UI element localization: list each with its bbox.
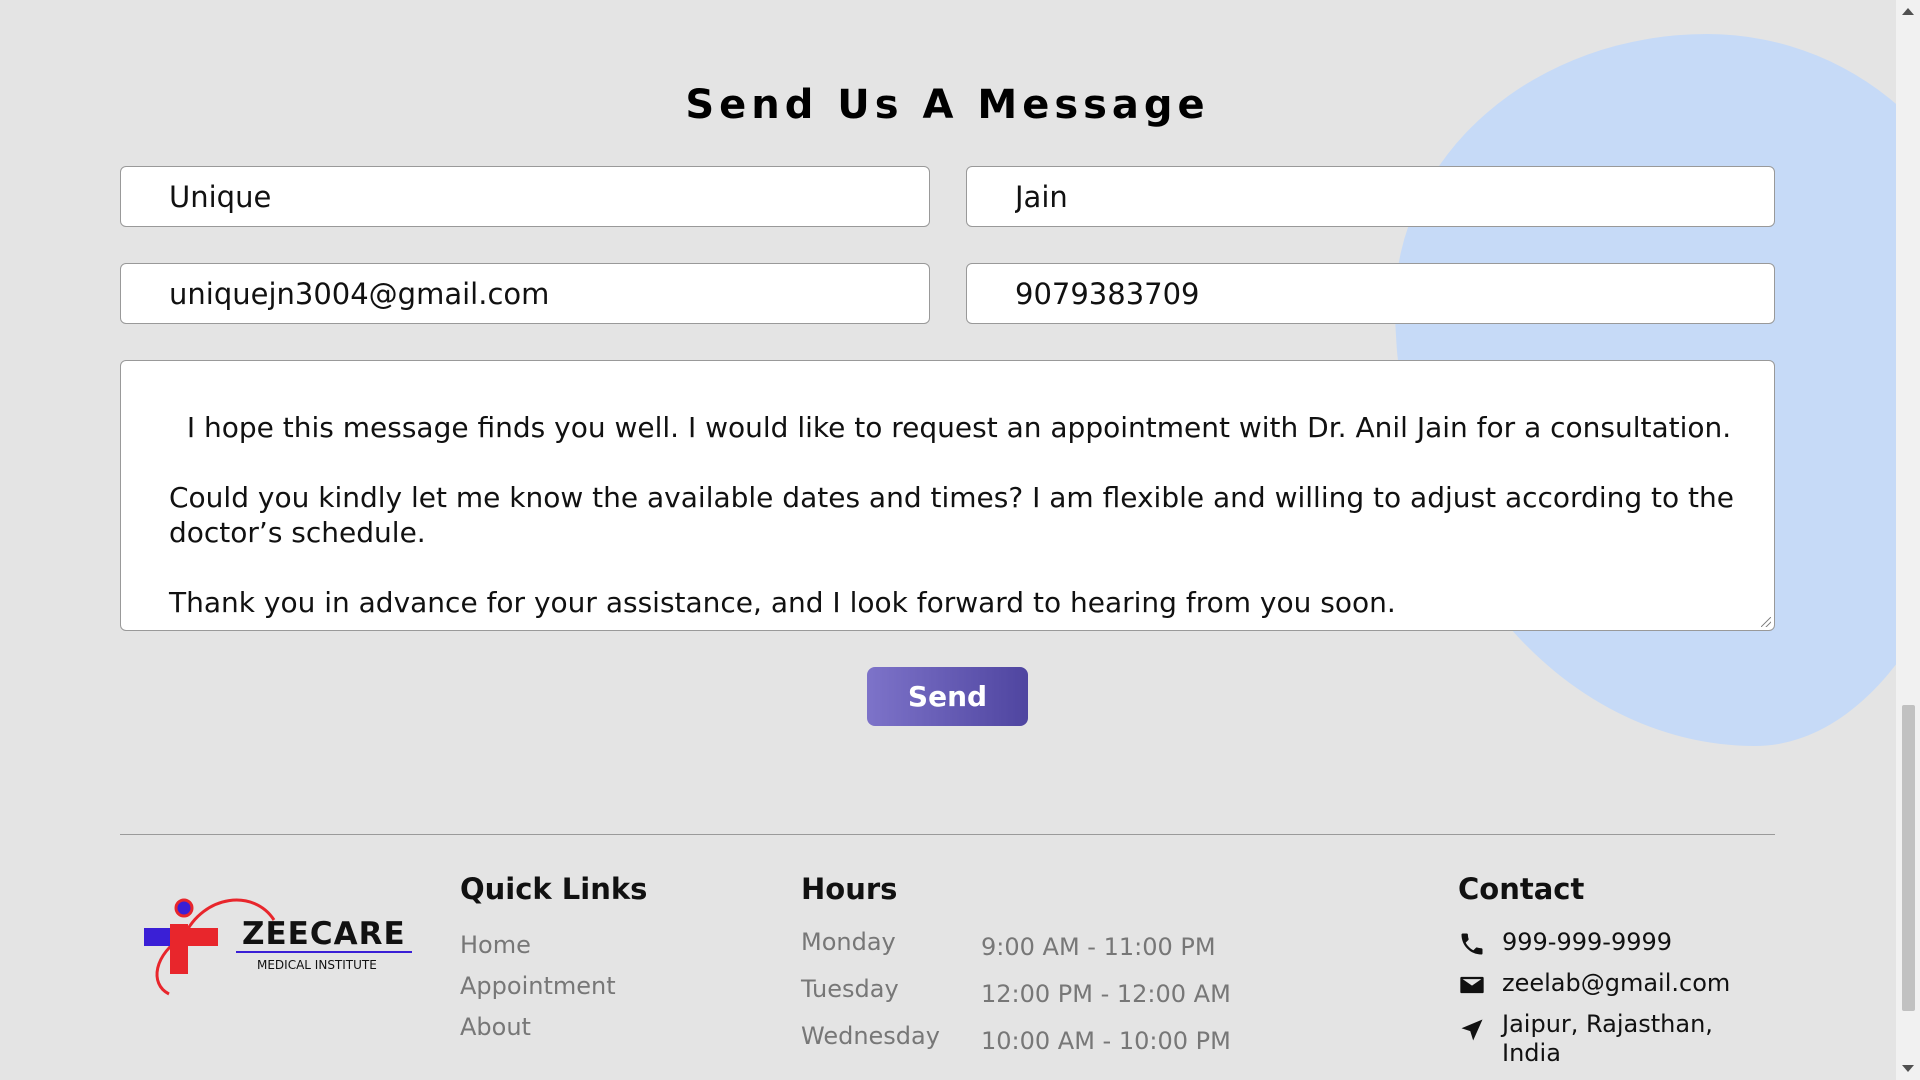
- mail-icon: [1460, 976, 1484, 994]
- hours-title: Hours: [801, 872, 898, 906]
- message-textarea[interactable]: I hope this message finds you well. I wo…: [120, 360, 1775, 631]
- hours-row: Wednesday 10:00 AM - 10:00 PM: [801, 1022, 1241, 1069]
- page-scrollbar[interactable]: [1896, 0, 1920, 1080]
- hours-day: Wednesday: [801, 1022, 940, 1050]
- message-text: I hope this message finds you well. I wo…: [169, 411, 1734, 619]
- contact-address-text: Jaipur, Rajasthan, India: [1502, 1010, 1713, 1067]
- last-name-input[interactable]: [966, 166, 1775, 227]
- scroll-up-icon[interactable]: [1902, 8, 1914, 15]
- quick-link-appointment[interactable]: Appointment: [460, 969, 616, 1010]
- send-button[interactable]: Send: [867, 667, 1028, 726]
- hours-day: Monday: [801, 928, 896, 956]
- contact-email-text: zeelab@gmail.com: [1502, 969, 1731, 997]
- contact-phone-text: 999-999-9999: [1502, 928, 1673, 956]
- phone-input[interactable]: [966, 263, 1775, 324]
- email-input[interactable]: [120, 263, 930, 324]
- quick-links-title: Quick Links: [460, 872, 648, 906]
- zeecare-logo[interactable]: ZEECARE MEDICAL INSTITUTE: [144, 884, 414, 999]
- hours-list: Monday 9:00 AM - 11:00 PM Tuesday 12:00 …: [801, 928, 1241, 1069]
- form-title: Send Us A Message: [685, 82, 1210, 128]
- first-name-input[interactable]: [120, 166, 930, 227]
- logo-name: ZEECARE: [242, 916, 406, 952]
- scroll-down-icon[interactable]: [1902, 1065, 1914, 1072]
- hours-time: 9:00 AM - 11:00 PM: [981, 933, 1216, 961]
- location-arrow-icon: [1461, 1019, 1483, 1041]
- hours-day: Tuesday: [801, 975, 899, 1003]
- quick-link-about[interactable]: About: [460, 1010, 616, 1051]
- logo-subtitle: MEDICAL INSTITUTE: [257, 958, 377, 972]
- contact-title: Contact: [1458, 872, 1585, 906]
- contact-list: 999-999-9999 zeelab@gmail.com Jaipur, Ra…: [1458, 928, 1778, 1080]
- hours-time: 12:00 PM - 12:00 AM: [981, 980, 1231, 1008]
- quick-links-list: Home Appointment About: [460, 928, 616, 1051]
- resize-handle[interactable]: [1761, 617, 1771, 627]
- quick-link-home[interactable]: Home: [460, 928, 616, 969]
- contact-phone[interactable]: 999-999-9999: [1458, 928, 1778, 957]
- scroll-thumb[interactable]: [1902, 705, 1915, 1011]
- footer-divider: [120, 834, 1775, 835]
- phone-icon: [1461, 933, 1483, 955]
- hours-row: Tuesday 12:00 PM - 12:00 AM: [801, 975, 1241, 1022]
- hours-time: 10:00 AM - 10:00 PM: [981, 1027, 1231, 1055]
- contact-address: Jaipur, Rajasthan, India: [1458, 1010, 1778, 1068]
- contact-email[interactable]: zeelab@gmail.com: [1458, 969, 1778, 998]
- hours-row: Monday 9:00 AM - 11:00 PM: [801, 928, 1241, 975]
